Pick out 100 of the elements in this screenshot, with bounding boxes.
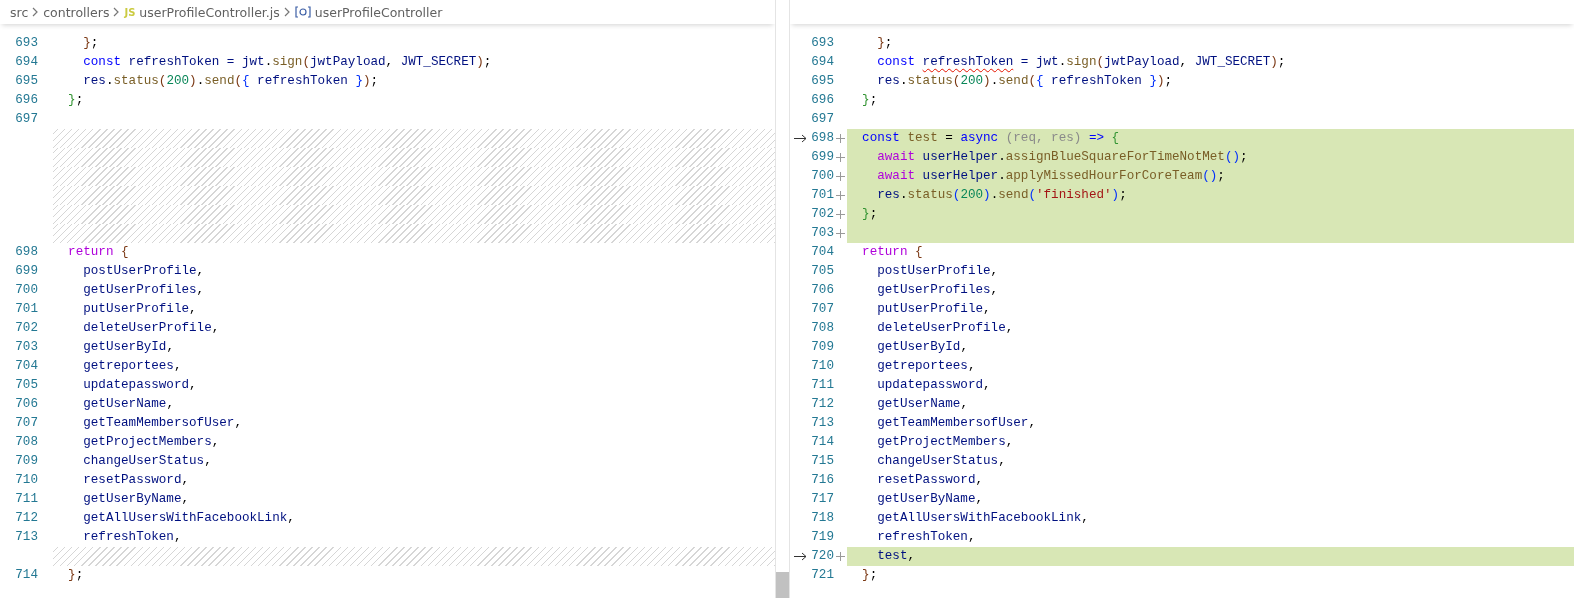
code-line: }; [861,92,879,109]
code-line: getAllUsersWithFacebookLink, [82,510,296,527]
line-number: 702 [811,206,834,223]
code-line: const refreshToken = jwt.sign(jwtPayload, JWT_SECRET); [876,54,1287,71]
chevron-icon [32,7,40,17]
line-number: 717 [811,491,834,508]
line-number: 697 [15,111,39,128]
code-line: }; [67,567,85,584]
line-number: 695 [811,73,834,90]
code-line: putUserProfile, [876,301,992,318]
line-number: 708 [811,320,834,337]
code-line: }; [861,567,879,584]
line-number: 705 [15,377,39,394]
code-line: updatepassword, [82,377,198,394]
line-number: 710 [15,472,39,489]
line-number: 696 [15,92,39,109]
line-number: 704 [811,244,834,261]
line-number: 709 [811,339,834,356]
code-line: getTeamMembersofUser, [876,415,1037,432]
code-line: putUserProfile, [82,301,198,318]
line-number: 704 [15,358,39,375]
code-line: getUserById, [82,339,175,356]
code-line: const refreshToken = jwt.sign(jwtPayload, JWT_SECRET); [82,54,493,71]
line-number: 693 [15,35,39,52]
line-number: 706 [15,396,39,413]
code-line: return { [67,244,130,261]
code-line: getUserByName, [82,491,191,508]
code-line: getUserProfiles, [82,282,206,299]
code-line: }; [67,92,85,109]
line-number: 707 [811,301,834,318]
code-line: getProjectMembers, [876,434,1015,451]
line-number: 705 [811,263,834,280]
code-line: getAllUsersWithFacebookLink, [876,510,1090,527]
line-number: 721 [811,567,834,584]
code-line: resetPassword, [876,472,985,489]
line-number: 712 [15,510,39,527]
line-number: 700 [811,168,834,185]
line-number: 711 [811,377,834,394]
line-number: 694 [15,54,39,71]
line-number: 710 [811,358,834,375]
code-line: changeUserStatus, [876,453,1007,470]
code-line: return { [861,244,924,261]
chevron-icon [113,7,121,17]
line-number: 700 [15,282,39,299]
line-number: 702 [15,320,39,337]
line-number: 714 [15,567,39,584]
line-number: 714 [811,434,834,451]
line-number: 720 [811,548,834,565]
code-line: changeUserStatus, [82,453,213,470]
code-line: getUserProfiles, [876,282,1000,299]
plus-icon [836,191,845,200]
plus-icon [836,153,845,162]
code-line: refreshToken, [876,529,977,546]
code-line: refreshToken, [82,529,183,546]
breadcrumb-item[interactable]: userProfileController.js [139,4,280,20]
line-number: 711 [15,491,39,508]
line-number: 718 [811,510,834,527]
line-number: 713 [811,415,834,432]
breadcrumb-item[interactable]: controllers [43,4,110,20]
code-line: getreportees, [82,358,183,375]
chevron-icon [283,7,291,17]
line-number: 715 [811,453,834,470]
line-number: 695 [15,73,39,90]
line-number: 708 [15,434,39,451]
code-line: updatepassword, [876,377,992,394]
code-line: }; [82,35,100,52]
code-line: getProjectMembers, [82,434,221,451]
plus-icon [836,172,845,181]
line-number: 698 [15,244,39,261]
line-number: 719 [811,529,834,546]
line-number: 699 [811,149,834,166]
line-number: 693 [811,35,834,52]
line-number: 716 [811,472,834,489]
plus-icon [836,134,845,143]
code-line: getUserName, [876,396,969,413]
plus-icon [836,552,845,561]
code-line: getUserByName, [876,491,985,508]
line-number: 698 [811,130,834,147]
line-number: 712 [811,396,834,413]
code-line: res.status(200).send({ refreshToken }); [82,73,380,90]
code-line: postUserProfile, [876,263,1000,280]
line-number: 697 [811,111,834,128]
plus-icon [836,229,845,238]
line-number: 709 [15,453,39,470]
code-line: deleteUserProfile, [876,320,1015,337]
code-line: getTeamMembersofUser, [82,415,243,432]
line-number: 701 [811,187,834,204]
line-number: 703 [15,339,39,356]
code-line: postUserProfile, [82,263,206,280]
line-number: 713 [15,529,39,546]
code-line: getreportees, [876,358,977,375]
breadcrumb-item[interactable]: userProfileController [314,4,443,20]
symbol-icon [294,6,311,18]
breadcrumb-item[interactable]: src [10,4,29,20]
line-number: 703 [811,225,834,242]
line-number: 701 [15,301,39,318]
code-line: getUserName, [82,396,175,413]
scrollbar-thumb[interactable] [776,572,789,598]
line-number: 707 [15,415,39,432]
code-line: getUserById, [876,339,969,356]
